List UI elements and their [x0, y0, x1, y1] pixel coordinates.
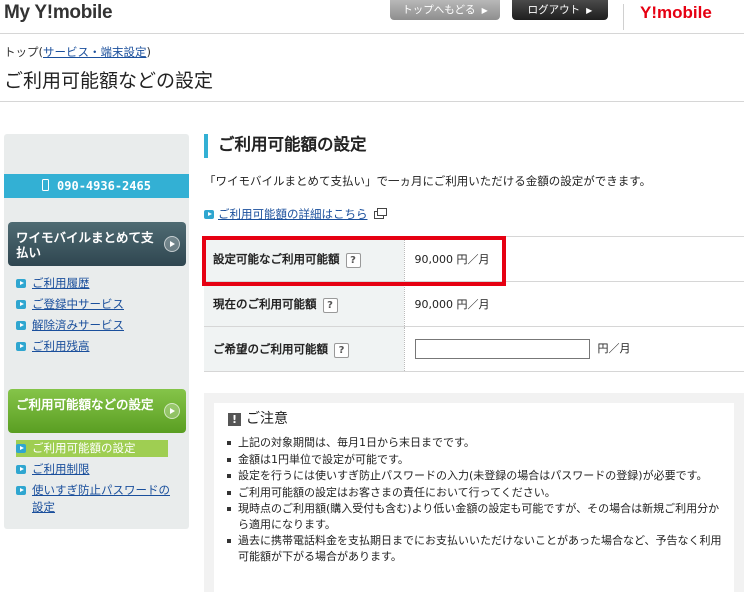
table-row: ご希望のご利用可能額? 円／月 [204, 326, 744, 372]
arrow-bullet-icon [16, 321, 26, 330]
help-icon[interactable]: ? [322, 297, 338, 313]
caution-inner: ! ご注意 上記の対象期間は、毎月1日から末日までです。 金額は1円単位で設定が可… [214, 403, 734, 592]
external-window-icon [373, 208, 387, 219]
arrow-bullet-icon [16, 486, 26, 495]
table-row: 現在のご利用可能額? 90,000 円／月 [204, 281, 744, 327]
sidebar-item-label[interactable]: ご利用残高 [32, 339, 90, 353]
sidebar-item-label[interactable]: 解除済みサービス [32, 318, 124, 332]
phone-number-box: 090-4936-2465 [4, 174, 189, 198]
site-header: My Y!mobile トップへもどる ▶ ログアウト ▶ Y!mobile [0, 0, 744, 34]
caution-list: 上記の対象期間は、毎月1日から末日までです。 金額は1円単位で設定が可能です。 … [226, 435, 726, 565]
sidebar-list-payment: ご利用履歴 ご登録中サービス 解除済みサービス ご利用残高 [16, 275, 124, 359]
mobile-phone-icon [42, 179, 50, 191]
list-item: 設定を行うには使いすぎ防止パスワードの入力(未登録の場合はパスワードの登録)が必… [226, 468, 726, 484]
sidebar-item-password-setting[interactable]: 使いすぎ防止パスワードの設定 [16, 482, 181, 516]
settable-limit-value: 90,000 円／月 [404, 236, 744, 282]
breadcrumb: トップ(サービス・端末設定) [4, 44, 151, 60]
arrow-bullet-icon [16, 279, 26, 288]
caution-title-label: ご注意 [246, 411, 288, 427]
logout-button[interactable]: ログアウト ▶ [512, 0, 608, 20]
sidebar-head-limit-settings[interactable]: ご利用可能額などの設定 [8, 389, 186, 433]
row-label-cell: ご希望のご利用可能額? [204, 326, 405, 372]
back-to-top-label: トップへもどる [402, 4, 476, 16]
sidebar-item-usage-restriction[interactable]: ご利用制限 [16, 461, 181, 478]
desired-limit-cell: 円／月 [404, 326, 744, 372]
sidebar-item-label[interactable]: ご登録中サービス [32, 297, 124, 311]
ymobile-logo[interactable]: Y!mobile [640, 3, 712, 23]
arrow-bullet-icon [16, 300, 26, 309]
row-label-cell: 現在のご利用可能額? [204, 281, 405, 327]
table-row: 設定可能なご利用可能額? 90,000 円／月 [204, 236, 744, 282]
list-item: 上記の対象期間は、毎月1日から末日までです。 [226, 435, 726, 451]
sidebar-head-label: ご利用可能額などの設定 [16, 397, 154, 412]
list-item: 過去に携帯電話料金を支払期日までにお支払いいただけないことがあった場合など、予告… [226, 533, 726, 564]
row-label: ご希望のご利用可能額 [213, 341, 328, 356]
list-item: 現時点のご利用額(購入受付も含む)より低い金額の設定も可能ですが、その場合は新規… [226, 501, 726, 532]
phone-number: 090-4936-2465 [57, 179, 151, 193]
chevron-right-icon [164, 403, 180, 419]
sidebar-item-usage-history[interactable]: ご利用履歴 [16, 275, 124, 292]
title-divider [0, 101, 744, 102]
arrow-bullet-icon [16, 444, 26, 453]
current-limit-value: 90,000 円／月 [404, 281, 744, 327]
header-divider [623, 4, 624, 30]
breadcrumb-prefix: トップ( [4, 45, 43, 59]
section-title: ご利用可能額の設定 [204, 134, 367, 158]
chevron-right-icon: ▶ [481, 6, 488, 15]
logo-y: Y! [640, 3, 657, 22]
section-description: 「ワイモバイルまとめて支払い」で一ヵ月にご利用いただける金額の設定ができます。 [204, 174, 652, 188]
logout-label: ログアウト [527, 4, 581, 16]
help-icon[interactable]: ? [345, 252, 361, 268]
sidebar-item-usage-balance[interactable]: ご利用残高 [16, 338, 124, 355]
chevron-right-icon [164, 236, 180, 252]
back-to-top-button[interactable]: トップへもどる ▶ [390, 0, 500, 20]
sidebar-item-label[interactable]: 使いすぎ防止パスワードの設定 [32, 483, 170, 514]
brand-title[interactable]: My Y!mobile [4, 2, 113, 24]
caution-title: ! ご注意 [228, 408, 288, 428]
sidebar: 090-4936-2465 ワイモバイルまとめて支払い ご利用履歴 ご登録中サー… [4, 134, 189, 529]
limit-table: 設定可能なご利用可能額? 90,000 円／月 現在のご利用可能額? 90,00… [204, 236, 744, 372]
sidebar-list-limit: ご利用可能額の設定 ご利用制限 使いすぎ防止パスワードの設定 [16, 440, 181, 520]
breadcrumb-suffix: ) [146, 45, 152, 59]
list-item: 金額は1円単位で設定が可能です。 [226, 452, 726, 468]
page-title: ご利用可能額などの設定 [4, 70, 214, 92]
sidebar-item-registered-services[interactable]: ご登録中サービス [16, 296, 124, 313]
sidebar-item-limit-setting[interactable]: ご利用可能額の設定 [16, 440, 168, 457]
sidebar-head-label: ワイモバイルまとめて支払い [16, 230, 154, 260]
sidebar-item-label[interactable]: ご利用制限 [32, 462, 90, 476]
limit-detail-link[interactable]: ご利用可能額の詳細はこちら [218, 207, 368, 221]
caution-box: ! ご注意 上記の対象期間は、毎月1日から末日までです。 金額は1円単位で設定が可… [204, 393, 744, 592]
chevron-right-icon: ▶ [586, 6, 593, 15]
desired-limit-input[interactable] [414, 339, 590, 359]
arrow-bullet-icon [16, 465, 26, 474]
warning-icon: ! [228, 413, 241, 426]
breadcrumb-link-service-settings[interactable]: サービス・端末設定 [43, 45, 147, 59]
logo-rest: mobile [657, 3, 712, 22]
row-label: 現在のご利用可能額 [213, 296, 317, 311]
detail-link-row: ご利用可能額の詳細はこちら [204, 206, 387, 222]
sidebar-item-label: ご利用可能額の設定 [32, 441, 136, 455]
unit-label: 円／月 [597, 342, 631, 355]
help-icon[interactable]: ? [334, 342, 349, 358]
row-label-cell: 設定可能なご利用可能額? [204, 236, 405, 282]
list-item: ご利用可能額の設定はお客さまの責任において行ってください。 [226, 485, 726, 501]
row-label: 設定可能なご利用可能額 [213, 251, 340, 266]
sidebar-item-label[interactable]: ご利用履歴 [32, 276, 90, 290]
arrow-bullet-icon [204, 210, 214, 219]
sidebar-item-cancelled-services[interactable]: 解除済みサービス [16, 317, 124, 334]
sidebar-head-ymobile-payment[interactable]: ワイモバイルまとめて支払い [8, 222, 186, 266]
arrow-bullet-icon [16, 342, 26, 351]
